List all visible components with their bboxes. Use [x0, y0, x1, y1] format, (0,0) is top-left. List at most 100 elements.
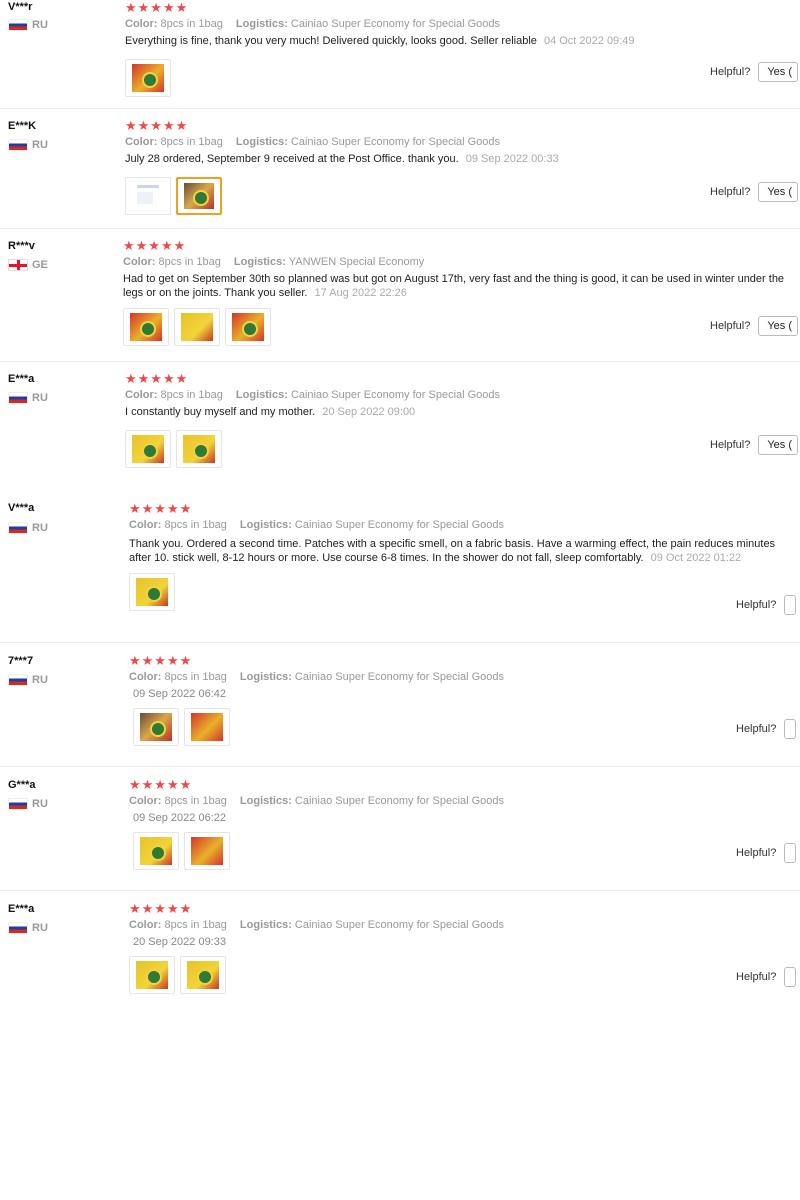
- country-code: GE: [32, 259, 48, 271]
- helpful-label: Helpful?: [736, 599, 777, 611]
- helpful-yes-button[interactable]: Yes (: [758, 182, 799, 202]
- logistics-label: Logistics:: [239, 795, 292, 807]
- country-code: RU: [32, 922, 48, 934]
- review-text: Everything is fine, thank you very much!…: [125, 35, 537, 47]
- color-label: Color:: [125, 389, 158, 401]
- review-text: Had to get on September 30th so planned …: [123, 273, 785, 299]
- review-date: 20 Sep 2022 09:33: [133, 936, 226, 948]
- review-images: [133, 832, 800, 870]
- helpful-yes-button[interactable]: Yes (: [758, 435, 799, 455]
- country-code: RU: [32, 392, 48, 404]
- review-item: E***a RU ★★★★★ Color: 8pcs in 1bag Logis…: [0, 901, 800, 1014]
- logistics-label: Logistics:: [233, 256, 286, 268]
- helpful-yes-button[interactable]: [784, 595, 797, 615]
- review-image-thumbnail[interactable]: [129, 573, 175, 611]
- review-image-thumbnail[interactable]: [180, 956, 226, 994]
- review-images: [129, 573, 800, 611]
- helpful-section: Helpful?: [736, 843, 797, 863]
- helpful-label: Helpful?: [736, 971, 777, 983]
- flag-icon: [8, 522, 28, 534]
- review-meta: Color: 8pcs in 1bag Logistics: Cainiao S…: [129, 919, 800, 931]
- helpful-label: Helpful?: [710, 320, 751, 332]
- review-image-thumbnail[interactable]: [133, 708, 179, 746]
- review-date: 09 Oct 2022 01:22: [650, 551, 742, 564]
- reviewer-name: V***r: [8, 1, 33, 13]
- review-item: V***a RU ★★★★★ Color: 8pcs in 1bag Logis…: [0, 501, 800, 643]
- review-image-thumbnail[interactable]: [184, 708, 230, 746]
- review-image-thumbnail[interactable]: [176, 176, 222, 215]
- country-code: RU: [32, 674, 48, 686]
- reviewer-country: RU: [8, 798, 48, 810]
- review-text: July 28 ordered, September 9 received at…: [125, 153, 459, 165]
- color-label: Color:: [129, 919, 162, 931]
- helpful-label: Helpful?: [736, 723, 777, 735]
- reviewer-name: 7***7: [8, 655, 34, 667]
- color-label: Color:: [129, 519, 162, 531]
- review-image-thumbnail[interactable]: [184, 832, 230, 870]
- review-meta: Color: 8pcs in 1bag Logistics: Cainiao S…: [125, 18, 800, 30]
- reviewer-name: V***a: [8, 502, 35, 514]
- review-item: 7***7 RU ★★★★★ Color: 8pcs in 1bag Logis…: [0, 653, 800, 767]
- helpful-section: Helpful? Yes (: [710, 435, 799, 455]
- helpful-yes-button[interactable]: [784, 967, 797, 987]
- country-code: RU: [32, 19, 48, 31]
- reviewer-country: RU: [8, 674, 48, 686]
- star-rating: ★★★★★: [123, 238, 187, 253]
- review-images: [125, 176, 800, 215]
- helpful-label: Helpful?: [710, 66, 751, 78]
- star-rating: ★★★★★: [125, 371, 189, 386]
- color-value: 8pcs in 1bag: [160, 18, 223, 30]
- review-meta: Color: 8pcs in 1bag Logistics: Cainiao S…: [129, 795, 800, 807]
- review-image-thumbnail[interactable]: [225, 308, 271, 346]
- color-value: 8pcs in 1bag: [164, 795, 227, 807]
- reviewer-country: GE: [8, 259, 48, 271]
- review-images: [123, 308, 800, 346]
- review-date: 20 Sep 2022 09:00: [322, 406, 416, 418]
- color-value: 8pcs in 1bag: [160, 136, 223, 148]
- flag-icon: [8, 922, 28, 934]
- color-label: Color:: [129, 795, 162, 807]
- country-code: RU: [32, 139, 48, 151]
- color-value: 8pcs in 1bag: [164, 671, 227, 683]
- reviewer-country: RU: [8, 19, 48, 31]
- helpful-yes-button[interactable]: [784, 719, 797, 739]
- review-meta: Color: 8pcs in 1bag Logistics: Cainiao S…: [129, 519, 800, 531]
- review-item: E***a RU ★★★★★ Color: 8pcs in 1bag Logis…: [0, 371, 800, 481]
- color-label: Color:: [129, 671, 162, 683]
- logistics-value: Cainiao Super Economy for Special Goods: [294, 919, 505, 931]
- review-image-thumbnail[interactable]: [174, 308, 220, 346]
- logistics-value: Cainiao Super Economy for Special Goods: [290, 18, 501, 30]
- reviewer-country: RU: [8, 522, 48, 534]
- star-rating: ★★★★★: [125, 0, 189, 15]
- logistics-label: Logistics:: [235, 136, 288, 148]
- review-image-thumbnail[interactable]: [125, 429, 171, 468]
- review-images: [125, 429, 800, 468]
- color-label: Color:: [125, 18, 158, 30]
- review-item: G***a RU ★★★★★ Color: 8pcs in 1bag Logis…: [0, 777, 800, 891]
- logistics-value: Cainiao Super Economy for Special Goods: [294, 519, 505, 531]
- logistics-label: Logistics:: [239, 519, 292, 531]
- review-date: 09 Sep 2022 00:33: [465, 153, 559, 165]
- star-rating: ★★★★★: [129, 901, 193, 916]
- review-image-thumbnail[interactable]: [176, 429, 222, 468]
- helpful-yes-button[interactable]: [784, 843, 797, 863]
- review-image-thumbnail[interactable]: [133, 832, 179, 870]
- star-rating: ★★★★★: [129, 501, 193, 516]
- reviewer-name: E***K: [8, 120, 37, 132]
- review-image-thumbnail[interactable]: [123, 308, 169, 346]
- review-body: ★★★★★ Color: 8pcs in 1bag Logistics: Cai…: [129, 501, 800, 611]
- helpful-yes-button[interactable]: Yes (: [758, 316, 799, 336]
- reviewer-country: RU: [8, 139, 48, 151]
- review-image-thumbnail[interactable]: [125, 58, 171, 97]
- flag-icon: [8, 674, 28, 686]
- review-image-thumbnail[interactable]: [125, 176, 171, 215]
- review-body: ★★★★★ Color: 8pcs in 1bag Logistics: Cai…: [129, 653, 800, 746]
- review-image-thumbnail[interactable]: [129, 956, 175, 994]
- review-date: 17 Aug 2022 22:26: [314, 286, 407, 299]
- helpful-yes-button[interactable]: Yes (: [758, 62, 799, 82]
- review-meta: Color: 8pcs in 1bag Logistics: YANWEN Sp…: [123, 256, 800, 268]
- color-value: 8pcs in 1bag: [164, 919, 227, 931]
- flag-icon: [8, 798, 28, 810]
- helpful-label: Helpful?: [710, 439, 751, 451]
- flag-icon: [8, 392, 28, 404]
